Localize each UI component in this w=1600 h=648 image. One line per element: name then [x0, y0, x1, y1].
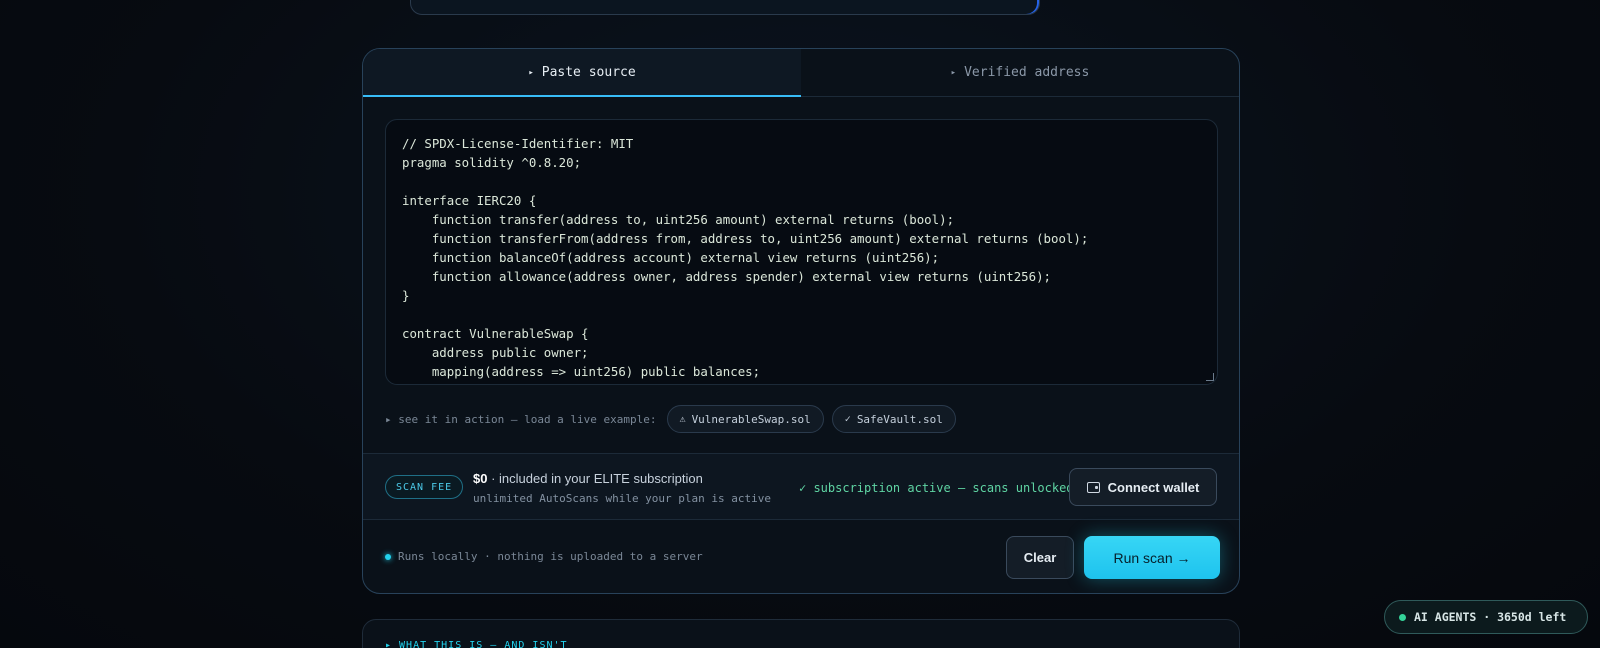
- resize-handle-icon[interactable]: [1206, 373, 1214, 381]
- triangle-right-icon: ▸: [950, 67, 957, 78]
- tab-paste-source[interactable]: ▸ Paste source: [363, 49, 801, 97]
- example-loader: ▸ see it in action — load a live example…: [385, 405, 956, 433]
- status-dot-icon: [385, 553, 391, 560]
- local-run-note: Runs locally · nothing is uploaded to a …: [385, 550, 703, 563]
- scan-panel: ▸ Paste source ▸ Verified address // SPD…: [362, 48, 1240, 594]
- action-footer: Runs locally · nothing is uploaded to a …: [363, 520, 1239, 593]
- scan-fee-badge: SCAN FEE: [385, 475, 464, 499]
- tab-label: Paste source: [541, 65, 636, 80]
- local-note-text: Runs locally · nothing is uploaded to a …: [398, 550, 703, 563]
- status-dot-icon: [1399, 613, 1406, 621]
- what-this-is-section[interactable]: ▸ WHAT THIS IS — AND ISN'T: [362, 619, 1240, 648]
- top-input-field[interactable]: [410, 0, 1040, 15]
- tab-verified-address[interactable]: ▸ Verified address: [801, 49, 1239, 96]
- fee-included-text: · included in your ELITE subscription: [491, 471, 703, 486]
- chip-label: VulnerableSwap.sol: [691, 412, 811, 426]
- subscription-status: ✓ subscription active — scans unlocked: [799, 481, 1074, 495]
- triangle-right-icon: ▸: [528, 67, 534, 78]
- example-chip-vulnerableswap[interactable]: ⚠ VulnerableSwap.sol: [666, 405, 824, 433]
- fee-summary: $0 · included in your ELITE subscription: [473, 471, 703, 486]
- source-code-editor[interactable]: // SPDX-License-Identifier: MIT pragma s…: [385, 119, 1218, 385]
- run-scan-button[interactable]: Run scan →: [1084, 536, 1220, 579]
- agents-badge-text: AI AGENTS · 3650d left: [1414, 610, 1567, 624]
- check-icon: ✓: [844, 413, 851, 425]
- clear-button[interactable]: Clear: [1006, 536, 1074, 579]
- fee-price: $0: [473, 471, 488, 486]
- examples-label: ▸ see it in action — load a live example…: [385, 412, 657, 426]
- tab-label: Verified address: [964, 65, 1090, 80]
- warning-icon: ⚠: [679, 413, 686, 425]
- source-tabs: ▸ Paste source ▸ Verified address: [363, 49, 1239, 97]
- section-title: ▸ WHAT THIS IS — AND ISN'T: [385, 640, 568, 648]
- wallet-icon: [1086, 481, 1100, 493]
- chip-label: SafeVault.sol: [856, 412, 943, 426]
- example-chip-safevault[interactable]: ✓ SafeVault.sol: [831, 405, 956, 433]
- ai-agents-badge[interactable]: AI AGENTS · 3650d left: [1384, 600, 1588, 634]
- connect-wallet-label: Connect wallet: [1107, 479, 1200, 495]
- scan-fee-bar: SCAN FEE $0 · included in your ELITE sub…: [363, 453, 1239, 520]
- connect-wallet-button[interactable]: Connect wallet: [1069, 468, 1217, 506]
- fee-subtext: unlimited AutoScans while your plan is a…: [473, 492, 772, 505]
- code-text: // SPDX-License-Identifier: MIT pragma s…: [402, 136, 1089, 379]
